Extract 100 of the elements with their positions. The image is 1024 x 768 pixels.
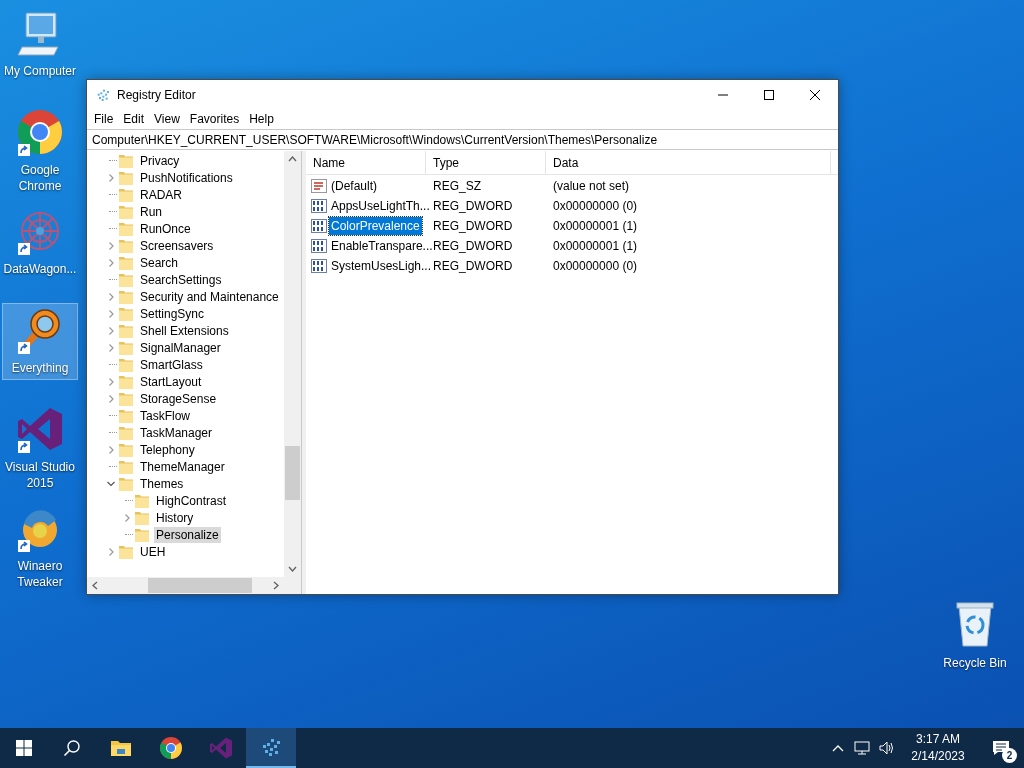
tree-dotted-line xyxy=(125,500,133,501)
tree-item[interactable]: SignalManager xyxy=(138,339,223,356)
notification-count: 2 xyxy=(1002,748,1017,763)
value-data: 0x00000000 (0) xyxy=(552,258,638,275)
clock-date: 2/14/2023 xyxy=(911,748,965,765)
desktop-icon-label: My Computer xyxy=(3,63,77,79)
column-header[interactable]: Data xyxy=(546,151,831,174)
tree-item[interactable]: Run xyxy=(138,203,164,220)
tree-item[interactable]: Search xyxy=(138,254,181,271)
folder-icon xyxy=(118,390,134,407)
tree-item[interactable]: PushNotifications xyxy=(138,169,235,186)
desktop-icon-label: Everything xyxy=(10,360,70,376)
folder-icon xyxy=(134,526,150,543)
value-data: (value not set) xyxy=(552,178,630,195)
clock[interactable]: 3:17 AM 2/14/2023 xyxy=(898,731,978,765)
tree-item[interactable]: ThemeManager xyxy=(138,458,227,475)
folder-icon xyxy=(118,288,134,305)
desktop-icon-label: Winaero Tweaker xyxy=(16,558,64,590)
tree-item[interactable]: HighContrast xyxy=(154,492,229,509)
tree-dotted-line xyxy=(125,534,133,535)
chevron-up-icon[interactable] xyxy=(832,744,844,752)
folder-icon xyxy=(118,186,134,203)
tree-item[interactable]: TaskFlow xyxy=(138,407,192,424)
tree-item[interactable]: RADAR xyxy=(138,186,184,203)
chevron-right-icon[interactable] xyxy=(106,308,116,319)
tree-item[interactable]: SmartGlass xyxy=(138,356,205,373)
scrollbar-thumb[interactable] xyxy=(285,446,300,500)
menu-item[interactable]: Edit xyxy=(118,109,150,129)
desktop-icon[interactable]: Winaero Tweaker xyxy=(2,501,78,594)
folder-icon xyxy=(118,373,134,390)
value-name[interactable]: (Default) xyxy=(329,177,379,195)
tree-dotted-line xyxy=(109,160,117,161)
tree-item[interactable]: TaskManager xyxy=(138,424,215,441)
tree-item[interactable]: Telephony xyxy=(138,441,197,458)
desktop-icon[interactable]: Google Chrome xyxy=(2,105,78,198)
tree-item[interactable]: RunOnce xyxy=(138,220,193,237)
network-icon[interactable] xyxy=(854,740,870,756)
column-header[interactable]: Type xyxy=(426,151,546,174)
tree-item[interactable]: Personalize xyxy=(154,526,221,543)
value-name[interactable]: SystemUsesLigh... xyxy=(329,257,434,275)
tree-item[interactable]: StartLayout xyxy=(138,373,204,390)
chevron-right-icon[interactable] xyxy=(106,444,116,455)
chevron-right-icon[interactable] xyxy=(106,291,116,302)
menu-item[interactable]: File xyxy=(89,109,119,129)
menu-item[interactable]: Help xyxy=(244,109,279,129)
chevron-right-icon[interactable] xyxy=(106,393,116,404)
folder-icon xyxy=(118,152,134,169)
folder-icon xyxy=(118,322,134,339)
tree-dotted-line xyxy=(109,364,117,365)
address-bar[interactable]: Computer\HKEY_CURRENT_USER\SOFTWARE\Microsoft\Windows\CurrentVersion\Themes\Personalize xyxy=(87,129,838,150)
menu-item[interactable]: Favorites xyxy=(184,109,245,129)
value-data: 0x00000001 (1) xyxy=(552,218,638,235)
folder-icon xyxy=(118,441,134,458)
desktop-icon-label: Visual Studio 2015 xyxy=(4,459,76,491)
folder-icon xyxy=(118,305,134,322)
tree-item[interactable]: Shell Extensions xyxy=(138,322,231,339)
speaker-icon[interactable] xyxy=(878,740,894,756)
scrollbar-thumb[interactable] xyxy=(148,578,252,593)
value-name[interactable]: ColorPrevalence xyxy=(329,217,422,235)
desktop-icon[interactable]: Recycle Bin xyxy=(937,600,1013,672)
menu-item[interactable]: View xyxy=(149,109,185,129)
chevron-right-icon[interactable] xyxy=(106,546,116,557)
tree-dotted-line xyxy=(109,432,117,433)
tree-item[interactable]: UEH xyxy=(138,543,168,560)
folder-icon xyxy=(118,271,134,288)
chevron-right-icon[interactable] xyxy=(106,257,116,268)
chevron-right-icon[interactable] xyxy=(106,325,116,336)
tree-item[interactable]: History xyxy=(154,509,196,526)
folder-icon xyxy=(118,458,134,475)
horizontal-scrollbar[interactable] xyxy=(87,577,301,594)
chevron-right-icon[interactable] xyxy=(106,240,116,251)
tree-item[interactable]: SearchSettings xyxy=(138,271,224,288)
desktop-icon-label: DataWagon... xyxy=(3,261,77,277)
tree-item[interactable]: Security and Maintenance xyxy=(138,288,281,305)
chevron-right-icon[interactable] xyxy=(106,342,116,353)
tree-dotted-line xyxy=(109,466,117,467)
value-name[interactable]: EnableTranspare... xyxy=(329,237,435,255)
notifications-button[interactable]: 2 xyxy=(978,728,1024,768)
vertical-scrollbar[interactable] xyxy=(284,151,301,577)
chevron-right-icon[interactable] xyxy=(122,512,132,523)
tree-item[interactable]: StorageSense xyxy=(138,390,219,407)
tree-item[interactable]: SettingSync xyxy=(138,305,207,322)
chevron-right-icon[interactable] xyxy=(106,376,116,387)
tree-item[interactable]: Screensavers xyxy=(138,237,216,254)
folder-icon xyxy=(118,424,134,441)
desktop-icon[interactable]: Visual Studio 2015 xyxy=(2,402,78,495)
folder-icon xyxy=(118,220,134,237)
value-name[interactable]: AppsUseLightTh... xyxy=(329,197,432,215)
column-header[interactable]: Name xyxy=(306,151,426,174)
value-type: REG_SZ xyxy=(432,178,482,195)
folder-icon xyxy=(118,475,134,492)
desktop-icon[interactable]: My Computer xyxy=(2,6,78,83)
chevron-right-icon[interactable] xyxy=(106,172,116,183)
desktop-icon[interactable]: DataWagon... xyxy=(2,204,78,281)
chrome-icon xyxy=(159,736,183,760)
folder-icon xyxy=(118,254,134,271)
tree-item[interactable]: Privacy xyxy=(138,152,182,169)
string-value-icon xyxy=(311,178,327,194)
value-data: 0x00000001 (1) xyxy=(552,238,638,255)
tree-item[interactable]: Themes xyxy=(138,475,186,492)
